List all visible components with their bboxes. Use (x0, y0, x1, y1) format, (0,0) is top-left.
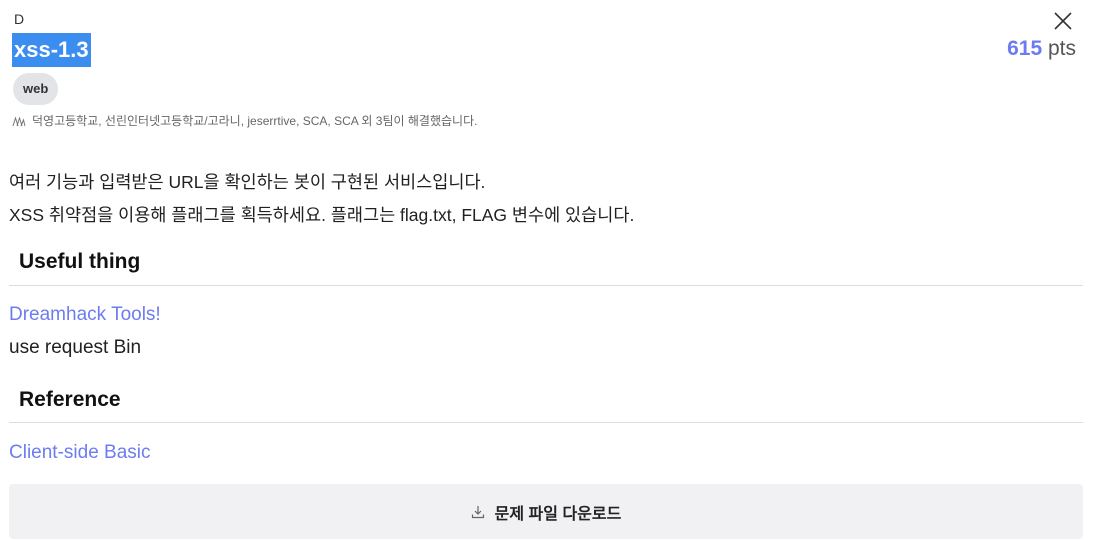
section-divider (9, 285, 1083, 286)
dreamhack-tools-link[interactable]: Dreamhack Tools! (9, 304, 161, 326)
reference-heading: Reference (19, 388, 121, 411)
challenge-points: 615 pts (1007, 37, 1076, 61)
users-icon (12, 115, 26, 126)
download-icon (471, 505, 484, 518)
points-value: 615 (1007, 37, 1043, 60)
points-unit: pts (1047, 37, 1076, 60)
solvers-text: 덕영고등학교, 선린인터넷고등학교/고라니, jeserrtive, SCA, … (32, 114, 478, 128)
download-files-button[interactable]: 문제 파일 다운로드 (9, 484, 1083, 539)
challenge-description: 여러 기능과 입력받은 URL을 확인하는 봇이 구현된 서비스입니다. XSS… (9, 166, 634, 232)
description-line: 여러 기능과 입력받은 URL을 확인하는 봇이 구현된 서비스입니다. (9, 172, 486, 192)
category-tag[interactable]: web (13, 73, 59, 105)
challenge-modal: D xss-1.3 615 pts web 덕영고등학교, 선린인터넷고등학교/… (0, 0, 1094, 540)
description-line: XSS 취약점을 이용해 플래그를 획득하세요. 플래그는 flag.txt, … (9, 205, 635, 225)
challenge-title: xss-1.3 (12, 33, 91, 67)
useful-thing-heading: Useful thing (19, 250, 141, 273)
useful-thing-text: use request Bin (9, 337, 142, 358)
section-divider (9, 422, 1083, 423)
difficulty-label: D (14, 11, 25, 27)
download-label: 문제 파일 다운로드 (494, 505, 622, 523)
close-button[interactable] (1052, 10, 1074, 32)
close-icon (1054, 12, 1072, 30)
client-side-basic-link[interactable]: Client-side Basic (9, 442, 151, 464)
solvers-info: 덕영고등학교, 선린인터넷고등학교/고라니, jeserrtive, SCA, … (12, 112, 477, 129)
